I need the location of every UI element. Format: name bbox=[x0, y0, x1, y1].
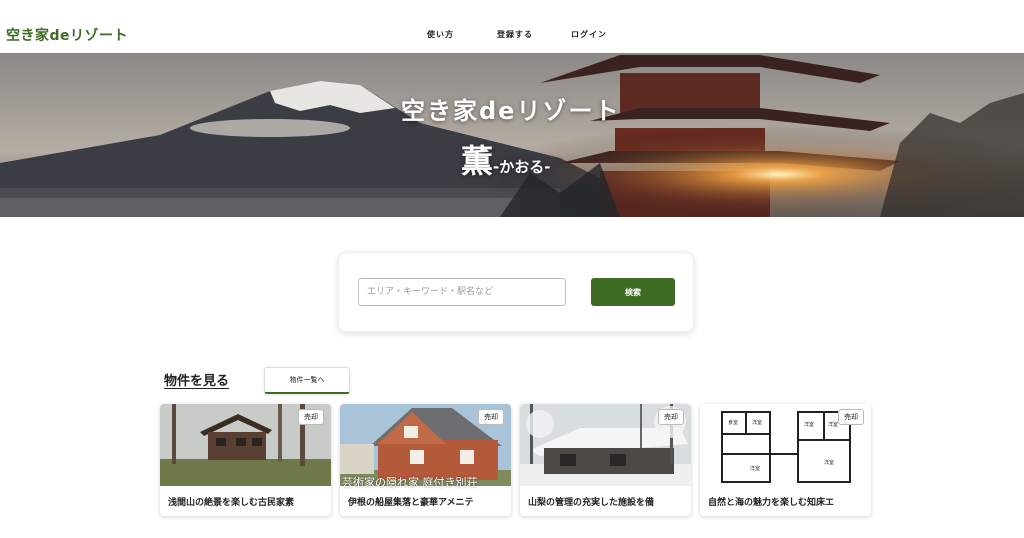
status-badge: 売却 bbox=[298, 409, 324, 425]
nav-register[interactable]: 登録する bbox=[497, 29, 533, 40]
hero-subtitle-kanji: 薫 bbox=[461, 142, 494, 180]
view-all-listings-button[interactable]: 物件一覧へ bbox=[264, 367, 350, 394]
search-input[interactable] bbox=[358, 278, 566, 306]
hero-title: 空き家deリゾート bbox=[401, 97, 621, 125]
listing-photo-caption: 芸術家の隠れ家 庭付き別荘 bbox=[342, 476, 478, 489]
listing-card[interactable]: 売却 浅間山の絶景を楽しむ古民家素 bbox=[160, 404, 331, 516]
hero-subtitle: 薫-かおる- bbox=[461, 136, 550, 182]
nav-how-to-use[interactable]: 使い方 bbox=[427, 29, 454, 40]
listing-title: 浅間山の絶景を楽しむ古民家素 bbox=[168, 498, 295, 508]
search-panel: 検索 bbox=[338, 252, 694, 332]
svg-text:洋室: 洋室 bbox=[824, 459, 834, 466]
hero-subtitle-reading: -かおる- bbox=[493, 158, 551, 176]
listing-title: 伊根の船屋集落と豪華アメニテ bbox=[348, 498, 474, 508]
listing-card[interactable]: 食室 洋室 洋室 洋室 洋室 洋室 売却 自然と海の魅力を楽しむ知床エ bbox=[700, 404, 871, 516]
site-logo[interactable]: 空き家deリゾート bbox=[6, 25, 128, 45]
listing-title: 山梨の管理の充実した施設を備 bbox=[528, 498, 655, 508]
listing-title: 自然と海の魅力を楽しむ知床エ bbox=[708, 498, 835, 508]
section-title-listings: 物件を見る bbox=[164, 374, 230, 389]
site-header: 空き家deリゾート 使い方 登録する ログイン bbox=[0, 0, 1024, 53]
svg-text:洋室: 洋室 bbox=[828, 421, 838, 428]
status-badge: 売却 bbox=[838, 409, 864, 425]
listing-card[interactable]: 芸術家の隠れ家 庭付き別荘 売却 伊根の船屋集落と豪華アメニテ bbox=[340, 404, 511, 516]
nav-login[interactable]: ログイン bbox=[571, 29, 607, 40]
svg-text:食室: 食室 bbox=[728, 419, 738, 426]
svg-text:洋室: 洋室 bbox=[804, 421, 814, 428]
svg-text:洋室: 洋室 bbox=[750, 465, 760, 472]
search-button[interactable]: 検索 bbox=[591, 278, 675, 306]
status-badge: 売却 bbox=[478, 409, 504, 425]
svg-text:洋室: 洋室 bbox=[752, 419, 762, 426]
listing-card[interactable]: 売却 山梨の管理の充実した施設を備 bbox=[520, 404, 691, 516]
hero-background-image bbox=[0, 53, 1024, 217]
hero-banner: 空き家deリゾート 薫-かおる- bbox=[0, 53, 1024, 217]
status-badge: 売却 bbox=[658, 409, 684, 425]
